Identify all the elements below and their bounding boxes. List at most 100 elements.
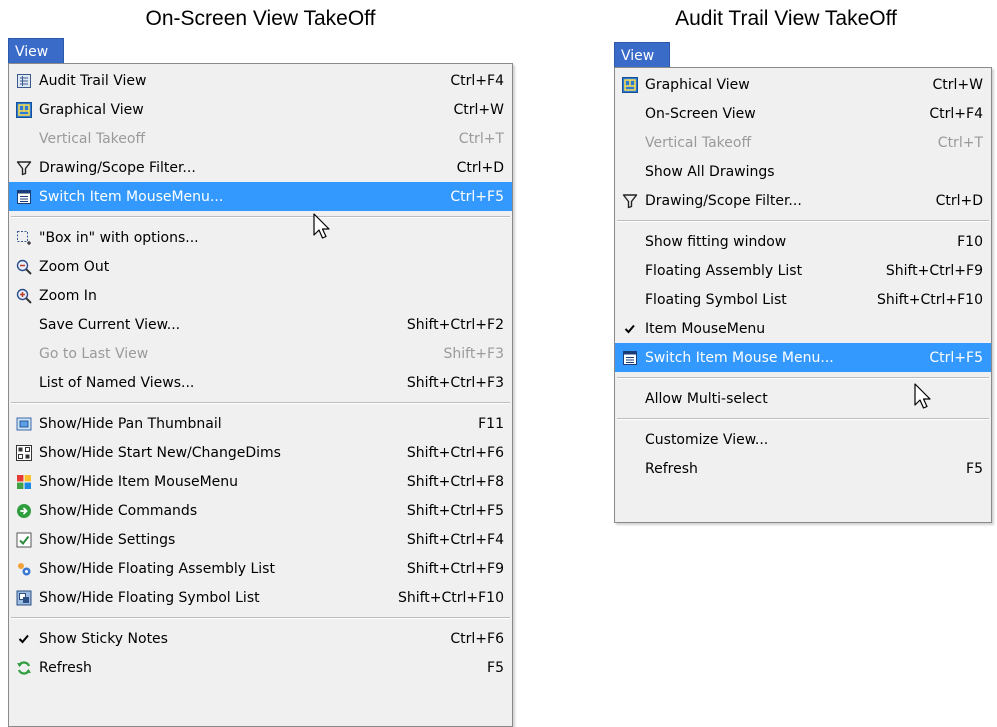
menu-item-switch-item-mouse-menu[interactable]: Switch Item Mouse Menu... Ctrl+F5 xyxy=(615,343,991,372)
filter-icon xyxy=(15,159,33,177)
menu-item-show-hide-pan-thumbnail[interactable]: Show/Hide Pan Thumbnail F11 xyxy=(9,409,512,438)
menu-item-shortcut: F11 xyxy=(478,415,504,432)
menu-item-shortcut: F5 xyxy=(966,460,983,477)
menu-item-label: Switch Item MouseMenu... xyxy=(39,188,224,205)
left-view-menu: Audit Trail View Ctrl+F4 Graphical View … xyxy=(8,63,513,727)
right-view-menu-tab[interactable]: View xyxy=(614,42,670,68)
menu-item-show-hide-floating-symbol-list[interactable]: Show/Hide Floating Symbol List Shift+Ctr… xyxy=(9,583,512,612)
menu-item-label: Show/Hide Pan Thumbnail xyxy=(39,415,222,432)
mouse-pointer-icon xyxy=(313,213,330,239)
menu-item-label: Show/Hide Settings xyxy=(39,531,176,548)
menu-item-shortcut: F10 xyxy=(957,233,983,250)
menu-item-shortcut: Shift+Ctrl+F10 xyxy=(876,291,983,308)
menu-item-box-in-options[interactable]: "Box in" with options... xyxy=(9,223,512,252)
menu-item-zoom-out[interactable]: Zoom Out xyxy=(9,252,512,281)
menu-item-refresh[interactable]: Refresh F5 xyxy=(9,653,512,682)
audit-trail-icon xyxy=(15,72,33,90)
menu-item-label: Show/Hide Floating Assembly List xyxy=(39,560,275,577)
menu-item-label: Show All Drawings xyxy=(645,163,775,180)
menu-item-show-hide-settings[interactable]: Show/Hide Settings Shift+Ctrl+F4 xyxy=(9,525,512,554)
menu-separator xyxy=(617,377,989,379)
box-in-icon xyxy=(15,229,33,247)
menu-item-save-current-view[interactable]: Save Current View... Shift+Ctrl+F2 xyxy=(9,310,512,339)
mousemenu-icon xyxy=(15,188,33,206)
menu-item-vertical-takeoff[interactable]: Vertical Takeoff Ctrl+T xyxy=(9,124,512,153)
menu-item-label: Drawing/Scope Filter... xyxy=(39,159,196,176)
menu-item-on-screen-view[interactable]: On-Screen View Ctrl+F4 xyxy=(615,99,991,128)
left-view-menu-tab[interactable]: View xyxy=(8,38,64,64)
settings-check-icon xyxy=(15,531,33,549)
menu-item-label: Refresh xyxy=(39,659,92,676)
menu-item-graphical-view[interactable]: Graphical View Ctrl+W xyxy=(9,95,512,124)
left-caption: On-Screen View TakeOff xyxy=(145,7,376,30)
menu-item-floating-symbol-list[interactable]: Floating Symbol List Shift+Ctrl+F10 xyxy=(615,285,991,314)
menu-item-label: Floating Assembly List xyxy=(645,262,803,279)
graphical-view-icon xyxy=(15,101,33,119)
symbol-list-icon xyxy=(15,589,33,607)
menu-item-label: Vertical Takeoff xyxy=(645,134,752,151)
menu-item-label: Show/Hide Floating Symbol List xyxy=(39,589,260,606)
menu-item-shortcut: Ctrl+W xyxy=(453,101,504,118)
menu-item-shortcut: Ctrl+D xyxy=(456,159,504,176)
menu-item-label: Graphical View xyxy=(645,76,750,93)
menu-item-list-of-named-views[interactable]: List of Named Views... Shift+Ctrl+F3 xyxy=(9,368,512,397)
menu-item-label: Vertical Takeoff xyxy=(39,130,146,147)
menu-item-vertical-takeoff[interactable]: Vertical Takeoff Ctrl+T xyxy=(615,128,991,157)
checkmark-icon xyxy=(621,320,639,338)
menu-item-label: On-Screen View xyxy=(645,105,756,122)
menu-item-zoom-in[interactable]: Zoom In xyxy=(9,281,512,310)
menu-item-shortcut: Ctrl+D xyxy=(935,192,983,209)
menu-item-drawing-scope-filter[interactable]: Drawing/Scope Filter... Ctrl+D xyxy=(615,186,991,215)
menu-item-label: Go to Last View xyxy=(39,345,149,362)
menu-item-shortcut: Shift+Ctrl+F3 xyxy=(406,374,504,391)
menu-item-show-sticky-notes[interactable]: Show Sticky Notes Ctrl+F6 xyxy=(9,624,512,653)
menu-item-shortcut: Ctrl+F6 xyxy=(450,630,504,647)
menu-item-label: Switch Item Mouse Menu... xyxy=(645,349,834,366)
menu-separator xyxy=(11,402,510,404)
zoom-in-icon xyxy=(15,287,33,305)
mouse-pointer-icon xyxy=(914,383,931,409)
menu-item-shortcut: Shift+Ctrl+F8 xyxy=(406,473,504,490)
menu-item-shortcut: Ctrl+T xyxy=(937,134,983,151)
item-mousemenu-grid-icon xyxy=(15,473,33,491)
menu-item-shortcut: Ctrl+F5 xyxy=(929,349,983,366)
menu-item-shortcut: Ctrl+T xyxy=(458,130,504,147)
menu-item-label: Zoom Out xyxy=(39,258,110,275)
menu-item-show-all-drawings[interactable]: Show All Drawings xyxy=(615,157,991,186)
menu-item-label: Show/Hide Commands xyxy=(39,502,198,519)
menu-item-refresh[interactable]: Refresh F5 xyxy=(615,454,991,483)
menu-item-shortcut: Shift+Ctrl+F4 xyxy=(406,531,504,548)
pan-thumbnail-icon xyxy=(15,415,33,433)
menu-item-shortcut: Shift+Ctrl+F9 xyxy=(406,560,504,577)
menu-item-show-hide-item-mousemenu[interactable]: Show/Hide Item MouseMenu Shift+Ctrl+F8 xyxy=(9,467,512,496)
menu-item-go-to-last-view[interactable]: Go to Last View Shift+F3 xyxy=(9,339,512,368)
menu-item-audit-trail-view[interactable]: Audit Trail View Ctrl+F4 xyxy=(9,66,512,95)
menu-item-drawing-scope-filter[interactable]: Drawing/Scope Filter... Ctrl+D xyxy=(9,153,512,182)
menu-item-graphical-view[interactable]: Graphical View Ctrl+W xyxy=(615,70,991,99)
menu-item-switch-item-mousemenu[interactable]: Switch Item MouseMenu... Ctrl+F5 xyxy=(9,182,512,211)
menu-item-label: Show/Hide Start New/ChangeDims xyxy=(39,444,281,461)
filter-icon xyxy=(621,192,639,210)
menu-item-label: List of Named Views... xyxy=(39,374,195,391)
menu-item-label: Refresh xyxy=(645,460,698,477)
menu-item-shortcut: Ctrl+F5 xyxy=(450,188,504,205)
menu-separator xyxy=(617,418,989,420)
menu-item-show-hide-start-new[interactable]: Show/Hide Start New/ChangeDims Shift+Ctr… xyxy=(9,438,512,467)
menu-item-shortcut: Shift+Ctrl+F9 xyxy=(885,262,983,279)
menu-item-show-hide-commands[interactable]: Show/Hide Commands Shift+Ctrl+F5 xyxy=(9,496,512,525)
menu-item-item-mousemenu[interactable]: Item MouseMenu xyxy=(615,314,991,343)
menu-item-shortcut: Shift+Ctrl+F2 xyxy=(406,316,504,333)
commands-icon xyxy=(15,502,33,520)
menu-item-show-hide-floating-assembly-list[interactable]: Show/Hide Floating Assembly List Shift+C… xyxy=(9,554,512,583)
assembly-list-icon xyxy=(15,560,33,578)
menu-item-label: Save Current View... xyxy=(39,316,181,333)
menu-item-label: Graphical View xyxy=(39,101,144,118)
menu-item-label: Customize View... xyxy=(645,431,769,448)
menu-item-customize-view[interactable]: Customize View... xyxy=(615,425,991,454)
graphical-view-icon xyxy=(621,76,639,94)
right-view-menu: Graphical View Ctrl+W On-Screen View Ctr… xyxy=(614,67,992,523)
refresh-icon xyxy=(15,659,33,677)
zoom-out-icon xyxy=(15,258,33,276)
menu-item-floating-assembly-list[interactable]: Floating Assembly List Shift+Ctrl+F9 xyxy=(615,256,991,285)
menu-item-show-fitting-window[interactable]: Show fitting window F10 xyxy=(615,227,991,256)
